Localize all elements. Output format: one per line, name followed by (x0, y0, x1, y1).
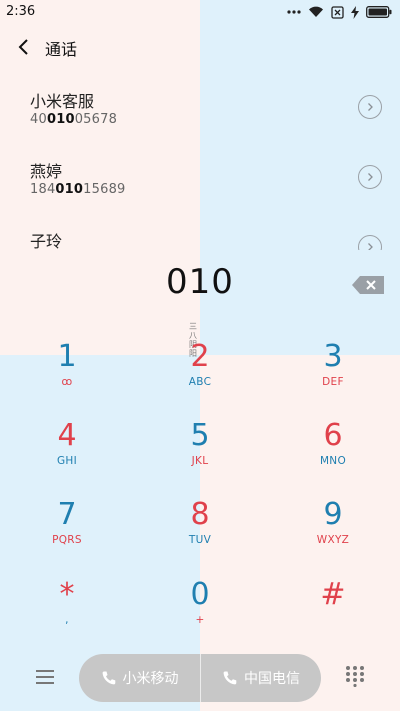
chevron-right-icon (368, 103, 373, 111)
key-letters: JKL (191, 455, 209, 467)
key-6[interactable]: 6 MNO (283, 419, 383, 489)
chevron-right-icon (368, 173, 373, 181)
wifi-icon (309, 6, 323, 18)
call-sim2-button[interactable]: 中国电信 (200, 654, 321, 702)
key-4[interactable]: 4 GHI (17, 419, 117, 489)
contact-name: 燕婷 (30, 162, 63, 181)
key-8[interactable]: 8 TUV (150, 498, 250, 568)
key-digit: 7 (57, 497, 77, 532)
key-digit: * (59, 577, 75, 612)
key-letters: GHI (56, 455, 78, 467)
contact-item[interactable]: 小米客服 4001005678 (0, 80, 400, 140)
voicemail-icon: ꝏ (61, 376, 73, 388)
dialpad-toggle-button[interactable] (344, 665, 366, 688)
chevron-right-icon (368, 243, 373, 250)
phone-sim2-icon (223, 671, 237, 685)
status-time: 2:36 (6, 4, 36, 19)
key-letters: MNO (319, 455, 347, 467)
key-digit: 0 (190, 577, 210, 612)
key-5[interactable]: 5 JKL (150, 419, 250, 489)
contact-detail-button[interactable] (358, 95, 382, 119)
key-3[interactable]: 3 DEF (283, 340, 383, 410)
key-star[interactable]: * , (17, 578, 117, 648)
contact-name: 小米客服 (30, 92, 95, 111)
key-9[interactable]: 9 WXYZ (283, 498, 383, 568)
status-bar: 2:36 (0, 0, 400, 24)
key-0[interactable]: 0 + (150, 578, 250, 648)
key-digit: 8 (190, 497, 210, 532)
key-digit: 4 (57, 418, 77, 453)
back-button[interactable] (14, 36, 36, 58)
call-sim1-button[interactable]: 小米移动 (79, 654, 200, 702)
key-digit: 9 (323, 497, 343, 532)
contact-suggestions-list: 小米客服 4001005678 燕婷 18401015689 子玲 (0, 80, 400, 250)
dialpad-grid-icon (346, 666, 364, 688)
sim-x-icon (331, 5, 344, 19)
key-letters: TUV (188, 534, 212, 546)
sim1-label: 小米移动 (122, 671, 179, 687)
number-match-highlight: 010 (55, 182, 84, 197)
contact-item[interactable]: 子玲 (0, 220, 400, 250)
key-7[interactable]: 7 PQRS (17, 498, 117, 568)
dialed-number-display: 010 (166, 262, 234, 302)
contact-name: 子玲 (30, 232, 63, 250)
charging-bolt-icon (351, 5, 359, 19)
contact-item[interactable]: 燕婷 18401015689 (0, 150, 400, 210)
key-hash[interactable]: # (283, 578, 383, 648)
key-letters: + (195, 614, 205, 626)
phone-sim1-icon (102, 671, 115, 685)
menu-button[interactable] (34, 668, 56, 686)
contact-number: 4001005678 (30, 112, 118, 127)
key-letters: , (65, 614, 69, 626)
more-dots-icon (287, 10, 301, 14)
key-digit: 5 (190, 418, 210, 453)
key-digit: # (320, 577, 346, 612)
hamburger-menu-icon (36, 670, 54, 684)
battery-icon (366, 6, 392, 18)
key-2[interactable]: 2 ABC (150, 340, 250, 410)
key-digit: 1 (57, 339, 77, 374)
contact-number: 18401015689 (30, 182, 126, 197)
key-digit: 2 (190, 339, 210, 374)
call-button-group: 小米移动 中国电信 (79, 654, 321, 702)
key-letters: WXYZ (316, 534, 350, 546)
key-digit: 6 (323, 418, 343, 453)
contact-detail-button[interactable] (358, 235, 382, 250)
key-letters: DEF (322, 376, 344, 388)
header: 通话 (0, 30, 400, 66)
key-letters: PQRS (52, 534, 82, 546)
contact-detail-button[interactable] (358, 165, 382, 189)
chevron-left-icon (18, 39, 28, 55)
key-letters: ABC (188, 376, 212, 388)
sim2-label: 中国电信 (244, 671, 300, 687)
key-1[interactable]: 1 ꝏ (17, 340, 117, 410)
page-title: 通话 (45, 40, 78, 59)
status-icons (287, 4, 392, 20)
number-match-highlight: 010 (46, 112, 75, 127)
key-digit: 3 (323, 339, 343, 374)
backspace-icon (352, 276, 384, 294)
backspace-button[interactable] (352, 276, 384, 294)
